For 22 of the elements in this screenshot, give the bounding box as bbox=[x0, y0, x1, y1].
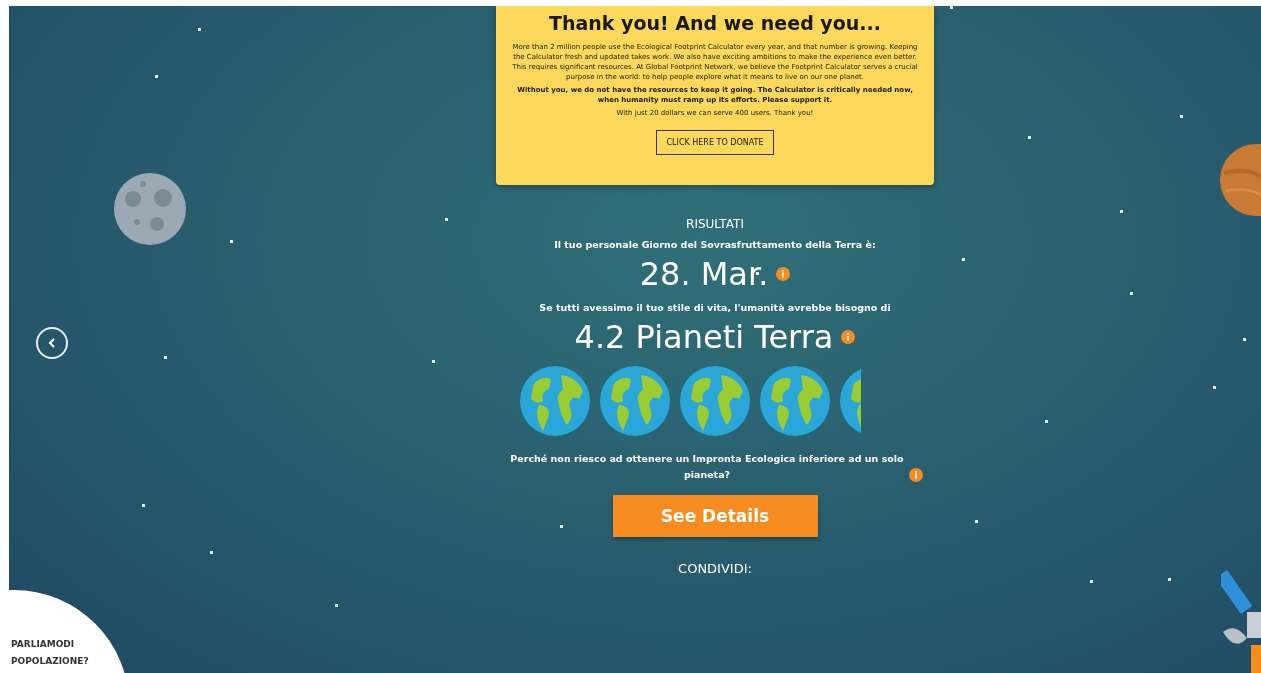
share-label: CONDIVIDI: bbox=[678, 561, 752, 576]
info-icon[interactable] bbox=[776, 267, 791, 281]
corner-link-text[interactable]: PARLIAMODI bbox=[11, 636, 129, 653]
chevron-left-icon bbox=[46, 337, 58, 349]
overshoot-date: 28. Mar. bbox=[639, 254, 769, 294]
card-title: Thank you! And we need you... bbox=[548, 12, 882, 34]
corner-link-text[interactable]: POPOLAZIONE? bbox=[11, 653, 129, 670]
info-icon[interactable] bbox=[841, 330, 856, 344]
donate-button[interactable]: CLICK HERE TO DONATE bbox=[655, 130, 775, 155]
planet-icon bbox=[1219, 143, 1261, 217]
overshoot-label: Il tuo personale Giorno del Sovrasfruttamento della Terra è: bbox=[554, 239, 876, 250]
planets-label: Se tutti avessimo il tuo stile di vita, l'umanità avrebbe bisogno di bbox=[539, 302, 891, 313]
globe-icon bbox=[519, 365, 591, 437]
globe-icon bbox=[679, 365, 751, 437]
globe-icon bbox=[599, 365, 671, 437]
back-button[interactable] bbox=[36, 327, 68, 359]
planets-value: 4.2 Pianeti Terra bbox=[574, 317, 834, 357]
info-icon[interactable] bbox=[909, 468, 923, 482]
results-heading: RISULTATI bbox=[686, 217, 744, 231]
moon-icon bbox=[113, 172, 187, 246]
question-text: Perché non riesco ad ottenere un Impronta Ecologica inferiore ad un solo pianeta? bbox=[509, 452, 905, 482]
globe-icon bbox=[759, 365, 831, 437]
